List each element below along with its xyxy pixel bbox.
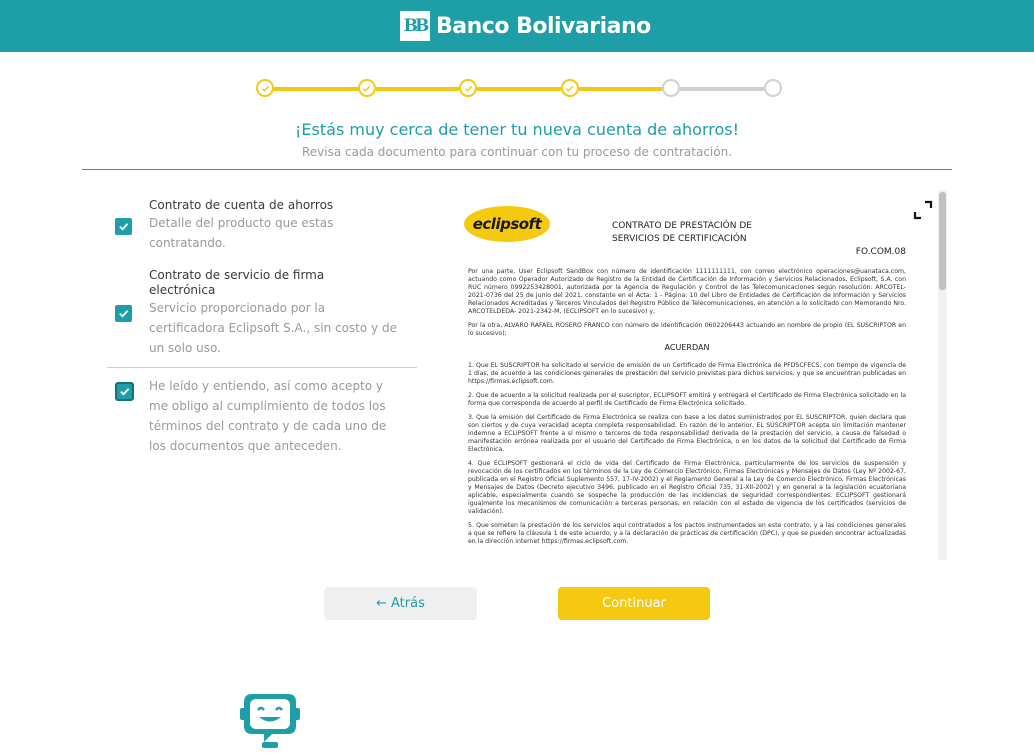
- step-complete-icon: [459, 79, 477, 97]
- acceptance-text: He leído y entiendo, así como acepto y m…: [149, 379, 387, 453]
- document-title[interactable]: Contrato de servicio de firma electrónic…: [149, 268, 369, 298]
- eclipsoft-logo: eclipsoft: [464, 206, 550, 242]
- section-divider: [82, 169, 952, 170]
- document-paragraph: Por una parte, User Eclipsoft SandBox co…: [468, 268, 906, 315]
- arrow-left-icon: ←: [376, 596, 388, 611]
- document-section-title: ACUERDAN: [664, 343, 710, 352]
- document-body: Por una parte, User Eclipsoft SandBox co…: [468, 268, 906, 552]
- stepper-connector: [274, 87, 358, 91]
- continue-button[interactable]: Continuar: [558, 587, 710, 620]
- back-button[interactable]: ← Atrás: [324, 587, 477, 620]
- viewer-scrollbar-thumb[interactable]: [939, 192, 946, 290]
- document-check-icon[interactable]: [115, 218, 132, 235]
- document-description: Detalle del producto que estas contratan…: [149, 216, 334, 250]
- document-check-icon[interactable]: [115, 305, 132, 322]
- document-heading: CONTRATO DE PRESTACIÓN DE SERVICIOS DE C…: [612, 221, 752, 244]
- document-description: Servicio proporcionado por la certificad…: [149, 301, 397, 355]
- stepper-connector: [375, 87, 459, 91]
- step-pending-icon: [662, 79, 680, 97]
- document-clause: 3. Que la emisión del Certificado de Fir…: [468, 414, 906, 453]
- progress-stepper: [256, 79, 782, 99]
- top-bar: BB Banco Bolivariano: [0, 0, 1034, 52]
- document-clause: 4. Que ECLIPSOFT gestionará el ciclo de …: [468, 460, 906, 515]
- acceptance-checkbox[interactable]: [115, 382, 134, 401]
- brand-mark-icon: BB: [400, 11, 430, 41]
- stepper-connector: [680, 87, 764, 91]
- acceptance-divider: [107, 367, 417, 368]
- document-code: FO.COM.08: [855, 247, 906, 257]
- chatbot-icon[interactable]: [238, 688, 302, 750]
- expand-icon[interactable]: [912, 199, 934, 221]
- brand-logo: BB Banco Bolivariano: [400, 10, 651, 42]
- step-complete-icon: [560, 79, 579, 97]
- brand-name: Banco Bolivariano: [436, 13, 651, 39]
- step-complete-icon: [256, 79, 274, 97]
- document-title[interactable]: Contrato de cuenta de ahorros: [149, 198, 369, 213]
- stepper-connector: [578, 87, 662, 91]
- page-title: ¡Estás muy cerca de tener tu nueva cuent…: [295, 120, 739, 139]
- stepper-connector: [477, 87, 561, 91]
- step-complete-icon: [357, 79, 376, 97]
- document-clause: 2. Que de acuerdo a la solicitud realiza…: [468, 392, 906, 407]
- step-pending-icon: [763, 79, 782, 97]
- document-clause: 1. Que EL SUSCRIPTOR ha solicitado el se…: [468, 362, 906, 385]
- document-clause: 5. Que someten la prestación de los serv…: [468, 522, 906, 545]
- document-paragraph: Por la otra, ALVARO RAFAEL ROSERO FRANCO…: [468, 322, 906, 337]
- page-subtitle: Revisa cada documento para continuar con…: [301, 145, 733, 159]
- back-button-label: Atrás: [391, 596, 425, 611]
- continue-button-label: Continuar: [602, 596, 666, 611]
- document-viewer[interactable]: eclipsoft CONTRATO DE PRESTACIÓN DE SERV…: [458, 190, 948, 560]
